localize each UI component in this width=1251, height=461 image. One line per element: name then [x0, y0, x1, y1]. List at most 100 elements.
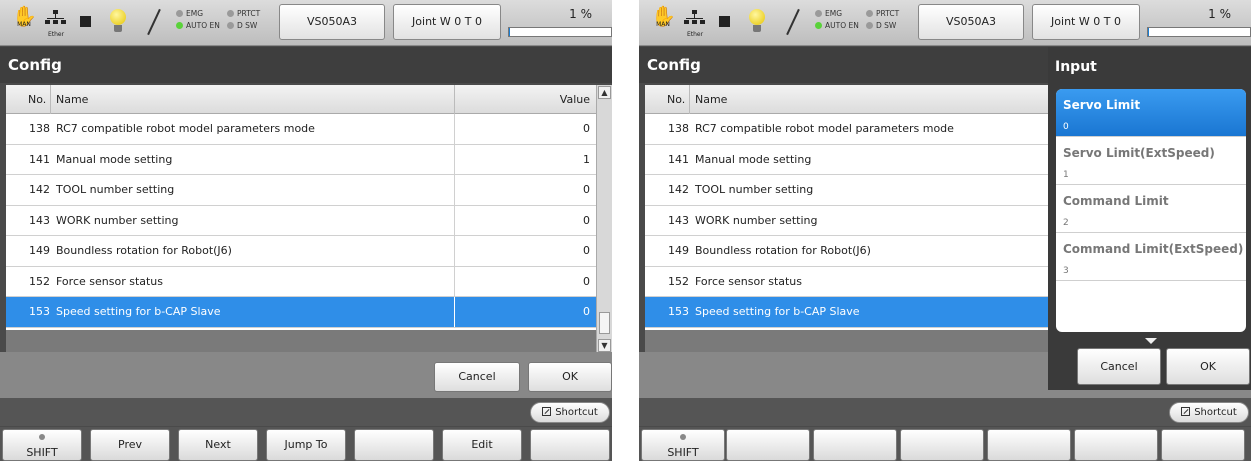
tool-wand-icon[interactable]: [146, 8, 162, 36]
tool-wand-icon[interactable]: [785, 8, 801, 36]
input-option[interactable]: Servo Limit 0: [1056, 89, 1246, 137]
speed-indicator[interactable]: 1 %: [1147, 5, 1251, 39]
lamp-bulb-icon[interactable]: [110, 9, 126, 35]
auto-en-led-icon: [815, 22, 822, 29]
scroll-down-icon[interactable]: ▼: [598, 339, 611, 352]
shortcut-icon: [542, 407, 552, 416]
function-key-3[interactable]: [813, 429, 897, 461]
ok-button[interactable]: OK: [528, 362, 612, 392]
table-row[interactable]: 141 Manual mode setting 1: [6, 144, 596, 175]
prtct-label: PRTCT: [237, 9, 261, 18]
ethernet-node: [692, 20, 697, 24]
option-label: Servo Limit: [1063, 98, 1141, 112]
value-separator: [454, 205, 455, 235]
shortcut-area: Shortcut: [0, 398, 612, 426]
scroll-down-icon[interactable]: [1145, 338, 1157, 344]
row-number: 142: [668, 183, 689, 196]
popup-cancel-button[interactable]: Cancel: [1077, 348, 1161, 385]
table-row[interactable]: 152 Force sensor status 0: [6, 266, 596, 297]
value-separator: [454, 297, 455, 327]
config-table: No. Name Value 138 RC7 compatible robot m…: [6, 85, 612, 355]
ethernet-icon[interactable]: Ether: [683, 7, 707, 38]
row-name: Boundless rotation for Robot(J6): [695, 244, 871, 257]
table-row[interactable]: 153 Speed setting for b-CAP Slave 0: [6, 297, 596, 328]
table-row[interactable]: 138 RC7 compatible robot model parameters…: [6, 114, 596, 145]
joint-mode-button[interactable]: Joint W 0 T 0: [393, 4, 501, 40]
manual-mode-hand-icon[interactable]: ✋ MAN: [12, 5, 37, 35]
row-number: 142: [29, 183, 50, 196]
status-bar: ✋ MAN Ether EMG AUTO EN PRTCT D SW VS050A…: [639, 0, 1251, 46]
bulb-glass: [749, 9, 765, 25]
input-option[interactable]: Command Limit 2: [1056, 185, 1246, 233]
emg-label: EMG: [825, 9, 843, 18]
row-name: Manual mode setting: [695, 152, 812, 166]
shift-key[interactable]: SHIFT: [2, 429, 82, 461]
shortcut-button[interactable]: Shortcut: [530, 402, 610, 423]
shift-label: SHIFT: [667, 446, 699, 459]
option-label: Servo Limit(ExtSpeed): [1063, 146, 1215, 160]
tool-bar: [147, 8, 161, 36]
row-number: 143: [668, 213, 689, 227]
input-option[interactable]: Command Limit(ExtSpeed) 3: [1056, 233, 1246, 281]
col-no-header: No.: [667, 93, 686, 106]
value-separator: [454, 114, 455, 144]
scroll-up-icon[interactable]: ▲: [598, 86, 611, 99]
shortcut-label: Shortcut: [1194, 407, 1237, 418]
row-name: WORK number setting: [695, 213, 818, 227]
function-key-3[interactable]: Next: [178, 429, 258, 461]
table-row[interactable]: 142 TOOL number setting 0: [6, 175, 596, 206]
option-value: 0: [1063, 122, 1069, 132]
stop-square-icon[interactable]: [719, 16, 730, 27]
scroll-thumb[interactable]: [599, 312, 610, 334]
row-value: 0: [583, 183, 590, 196]
function-key-6[interactable]: [1074, 429, 1158, 461]
popup-ok-button[interactable]: OK: [1166, 348, 1250, 385]
ethernet-node: [61, 20, 66, 24]
manual-mode-hand-icon[interactable]: ✋ MAN: [651, 5, 676, 35]
stop-square-icon[interactable]: [80, 16, 91, 27]
row-name: RC7 compatible robot model parameters mo…: [695, 122, 954, 135]
row-name: WORK number setting: [56, 213, 179, 227]
shift-indicator-icon: [680, 434, 686, 440]
row-number: 141: [29, 152, 50, 166]
option-label: Command Limit: [1063, 194, 1169, 208]
col-separator: [454, 85, 455, 114]
joint-mode-button[interactable]: Joint W 0 T 0: [1032, 4, 1140, 40]
shortcut-area: Shortcut: [639, 398, 1251, 426]
function-key-7[interactable]: [530, 429, 610, 461]
function-key-4[interactable]: Jump To: [266, 429, 346, 461]
shift-key[interactable]: SHIFT: [641, 429, 725, 461]
option-value: 1: [1063, 170, 1069, 180]
lamp-bulb-icon[interactable]: [749, 9, 765, 35]
emg-label: EMG: [186, 9, 204, 18]
prtct-label: PRTCT: [876, 9, 900, 18]
cancel-button[interactable]: Cancel: [434, 362, 520, 392]
row-name: Speed setting for b-CAP Slave: [695, 305, 860, 318]
table-row[interactable]: 149 Boundless rotation for Robot(J6) 0: [6, 236, 596, 267]
action-bar: Cancel OK: [0, 352, 612, 398]
table-row[interactable]: 143 WORK number setting 0: [6, 205, 596, 236]
input-option[interactable]: Servo Limit(ExtSpeed) 1: [1056, 137, 1246, 185]
ethernet-icon[interactable]: Ether: [44, 7, 68, 38]
row-number: 138: [29, 122, 50, 135]
option-label: Command Limit(ExtSpeed): [1063, 242, 1244, 256]
function-key-5[interactable]: [987, 429, 1071, 461]
status-leds: EMG AUTO EN: [815, 8, 859, 32]
function-key-2[interactable]: Prev: [90, 429, 170, 461]
emg-led-icon: [176, 10, 183, 17]
function-key-6[interactable]: Edit: [442, 429, 522, 461]
robot-model-button[interactable]: VS050A3: [918, 4, 1024, 40]
robot-model-button[interactable]: VS050A3: [279, 4, 385, 40]
speed-indicator[interactable]: 1 %: [508, 5, 612, 39]
input-popup: Input Servo Limit 0 Servo Limit(ExtSpeed) 1…: [1048, 47, 1251, 390]
row-number: 143: [29, 213, 50, 227]
table-scrollbar[interactable]: ▲ ▼: [596, 85, 612, 355]
function-key-4[interactable]: [900, 429, 984, 461]
function-key-7[interactable]: [1161, 429, 1245, 461]
bulb-glass: [110, 9, 126, 25]
shortcut-button[interactable]: Shortcut: [1169, 402, 1249, 423]
function-key-5[interactable]: [354, 429, 434, 461]
table-body: 138 RC7 compatible robot model parameters…: [6, 114, 596, 328]
option-value: 3: [1063, 266, 1069, 276]
function-key-2[interactable]: [726, 429, 810, 461]
